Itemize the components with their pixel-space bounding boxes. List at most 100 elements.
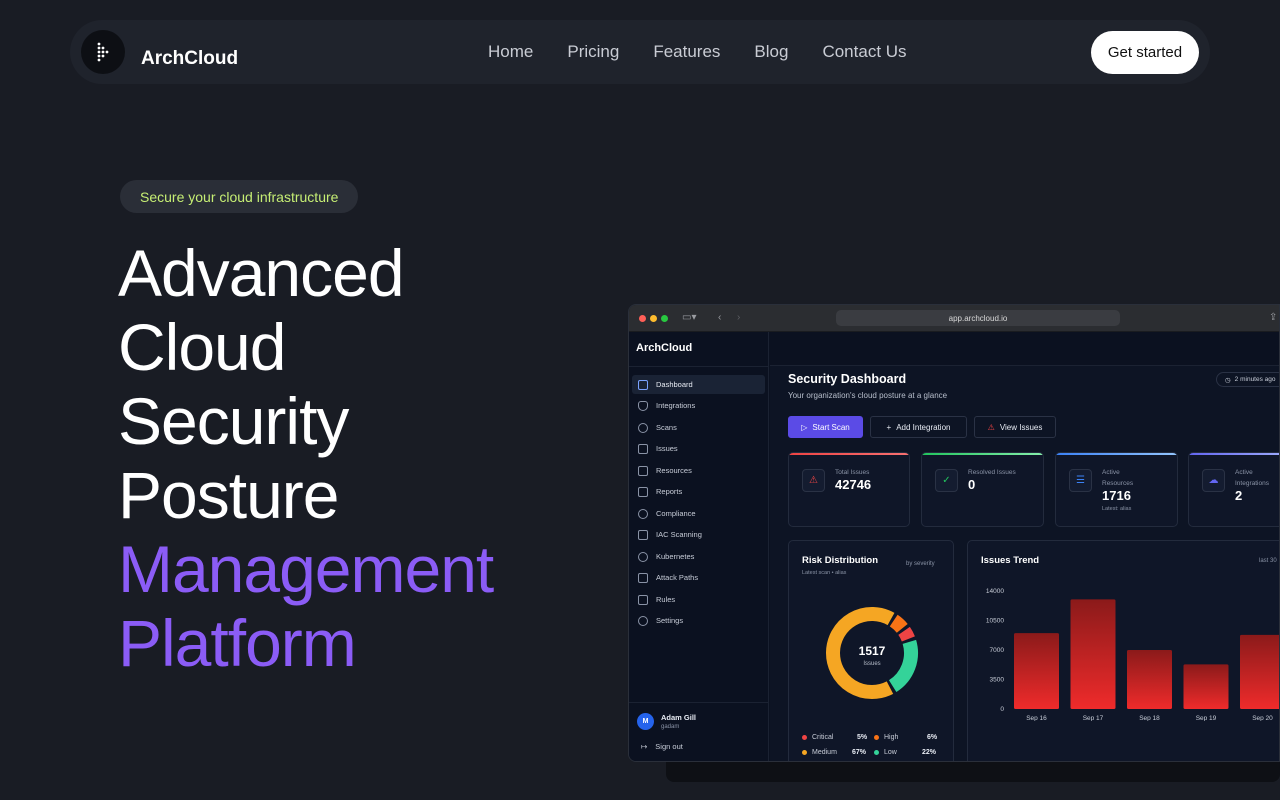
warning-icon: ⚠: [987, 422, 995, 432]
last-updated-text: 2 minutes ago: [1234, 376, 1276, 383]
trend-bar: [1240, 634, 1279, 709]
stat-value: 42746: [835, 477, 872, 492]
dashboard-main: Security Dashboard Your organization's c…: [770, 332, 1279, 761]
brand-logo[interactable]: [81, 30, 125, 74]
sidebar-item-compliance: Compliance: [632, 504, 765, 523]
start-scan-button: ▷ Start Scan: [788, 416, 863, 438]
get-started-button[interactable]: Get started: [1091, 31, 1199, 74]
stat-label: Active Integrations: [1235, 467, 1269, 489]
server-icon: ☰: [1069, 469, 1092, 492]
x-tick-label: Sep 17: [1083, 715, 1104, 721]
sidebar-item-iac-scanning: IAC Scanning: [632, 525, 765, 544]
grid-icon: [638, 379, 648, 390]
stat-accent-bar: [1056, 453, 1177, 455]
y-tick-label: 10500: [986, 618, 1004, 625]
nav-link-blog[interactable]: Blog: [754, 42, 788, 62]
trend-bar: [1127, 650, 1172, 709]
divider: [629, 366, 769, 367]
sidebar-item-attack-paths: Attack Paths: [632, 568, 765, 587]
stat-card-active-integrations: ☁ Active Integrations 2: [1188, 452, 1279, 527]
legend-item-low: Low 22%: [874, 749, 936, 756]
branch-icon: [638, 572, 648, 583]
address-bar: app.archcloud.io: [836, 310, 1120, 326]
x-tick-label: Sep 18: [1139, 715, 1160, 721]
sidebar-item-label: Rules: [656, 595, 676, 604]
nav-link-features[interactable]: Features: [653, 42, 720, 62]
sign-out-label: Sign out: [655, 742, 683, 751]
brand-name[interactable]: ArchCloud: [141, 48, 238, 70]
trend-bar: [1070, 599, 1116, 709]
donut-segment-critical: [898, 626, 915, 642]
panel-title: Issues Trend: [981, 555, 1040, 566]
legend-pct: 67%: [852, 749, 867, 756]
legend-dot: [802, 750, 807, 755]
hero-line: Advanced: [118, 236, 405, 310]
hero-badge: Secure your cloud infrastructure: [120, 180, 359, 213]
legend-dot: [802, 735, 807, 740]
legend-pct: 6%: [927, 734, 938, 741]
dashboard-preview: ▭▾ ‹ › app.archcloud.io ⇪ ArchCloud Dash…: [628, 304, 1280, 762]
back-icon: ‹: [718, 312, 722, 323]
avatar: M: [637, 713, 654, 730]
sidebar-item-resources: Resources: [632, 461, 765, 480]
cloud-icon: ☁: [1202, 469, 1225, 492]
stat-card-active-resources: ☰ Active Resources 1716 Latest: alias: [1055, 452, 1178, 527]
hero-line-accent: Platform: [118, 606, 357, 680]
stat-note: Latest: alias: [1102, 506, 1132, 512]
close-dot: [639, 315, 646, 322]
code-icon: [638, 529, 648, 540]
legend-pct: 5%: [857, 734, 868, 741]
stat-label: Active Resources: [1102, 467, 1133, 489]
panel-tag: by severity: [906, 561, 935, 567]
page-title: Security Dashboard: [788, 372, 907, 386]
app-topbar: [770, 332, 1279, 366]
alert-icon: ⚠: [802, 469, 825, 492]
donut-center-label: Issues: [863, 661, 880, 667]
sidebar-item-label: Compliance: [656, 509, 696, 518]
sidebar-brand: ArchCloud: [636, 342, 693, 354]
sidebar-item-label: Resources: [656, 466, 692, 475]
legend-name: Critical: [812, 734, 834, 741]
y-tick-label: 14000: [986, 588, 1004, 595]
document-icon: [638, 486, 648, 497]
play-icon: ▷: [801, 422, 808, 432]
issues-trend-chart: 0 3500 7000 10500 14000 Sep 16 Sep 17 Sep 18 Sep…: [986, 588, 1279, 721]
user-name: Adam Gill: [661, 713, 697, 722]
stat-value: 0: [968, 477, 976, 492]
donut-center-value: 1517: [859, 644, 886, 658]
stat-accent-bar: [922, 453, 1043, 455]
stat-accent-bar: [789, 453, 909, 455]
sidebar-item-label: Attack Paths: [656, 573, 699, 582]
stat-label-line: Active: [1102, 469, 1120, 476]
hero-line: Cloud: [118, 310, 286, 384]
stat-value: 1716: [1102, 488, 1131, 503]
sidebar-item-settings: Settings: [632, 611, 765, 630]
page-subtitle: Your organization's cloud posture at a g…: [788, 391, 948, 400]
sidebar-item-dashboard: Dashboard: [632, 375, 765, 394]
view-issues-label: View Issues: [999, 422, 1043, 432]
sidebar-item-rules: Rules: [632, 590, 765, 609]
legend-dot: [874, 735, 879, 740]
nav-link-home[interactable]: Home: [488, 42, 533, 62]
plus-icon: +: [886, 422, 892, 432]
legend-dot: [874, 750, 879, 755]
trend-bar: [1183, 664, 1229, 709]
nav-link-pricing[interactable]: Pricing: [567, 42, 619, 62]
forward-icon: ›: [737, 312, 741, 323]
legend-name: Low: [884, 749, 897, 756]
sidebar-item-integrations: Integrations: [632, 396, 765, 415]
risk-distribution-panel: Risk Distribution Latest scan • alias by…: [788, 540, 954, 761]
check-circle-icon: [638, 508, 648, 519]
sidebar-item-label: Integrations: [656, 401, 696, 410]
y-tick-label: 3500: [990, 677, 1005, 684]
sign-out-link: ↦ Sign out: [641, 742, 683, 751]
gear-icon: [638, 615, 648, 626]
panel-tag: last 30: [1259, 558, 1277, 564]
nav-link-contact[interactable]: Contact Us: [822, 42, 906, 62]
y-tick-label: 0: [1000, 706, 1004, 713]
panel-title: Risk Distribution: [802, 555, 879, 566]
sidebar: ArchCloud Dashboard Integrations Scans I…: [629, 332, 769, 761]
sidebar-item-kubernetes: Kubernetes: [632, 547, 765, 566]
check-circle-icon: ✓: [935, 469, 958, 492]
url-text: app.archcloud.io: [948, 313, 1008, 323]
